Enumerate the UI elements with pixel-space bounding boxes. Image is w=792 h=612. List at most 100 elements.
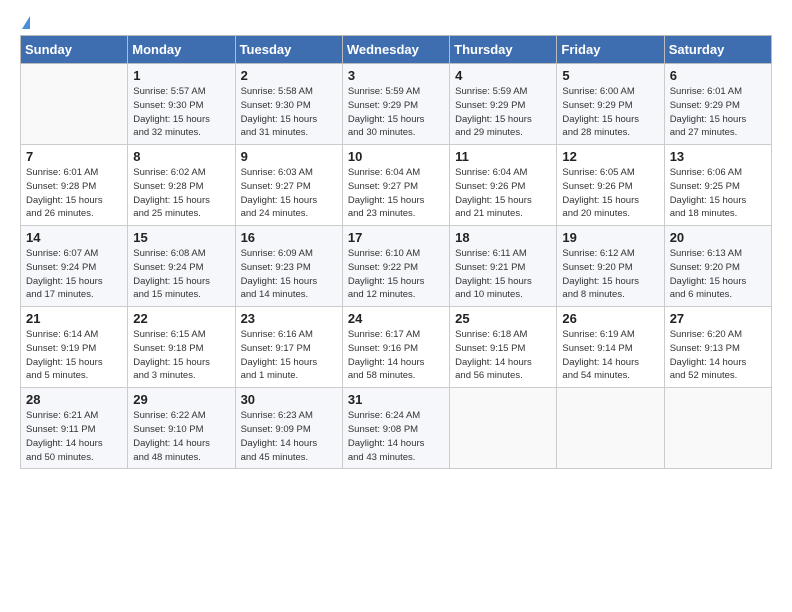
- day-info: Sunrise: 6:01 AM Sunset: 9:29 PM Dayligh…: [670, 85, 766, 140]
- calendar-cell: 27 Sunrise: 6:20 AM Sunset: 9:13 PM Dayli…: [664, 307, 771, 388]
- day-info: Sunrise: 6:17 AM Sunset: 9:16 PM Dayligh…: [348, 328, 444, 383]
- day-number: 26: [562, 311, 658, 326]
- day-info: Sunrise: 6:24 AM Sunset: 9:08 PM Dayligh…: [348, 409, 444, 464]
- day-number: 19: [562, 230, 658, 245]
- day-number: 23: [241, 311, 337, 326]
- day-number: 5: [562, 68, 658, 83]
- day-number: 22: [133, 311, 229, 326]
- day-number: 15: [133, 230, 229, 245]
- calendar-page: SundayMondayTuesdayWednesdayThursdayFrid…: [0, 0, 792, 612]
- day-info: Sunrise: 6:06 AM Sunset: 9:25 PM Dayligh…: [670, 166, 766, 221]
- day-number: 27: [670, 311, 766, 326]
- day-info: Sunrise: 6:15 AM Sunset: 9:18 PM Dayligh…: [133, 328, 229, 383]
- calendar-cell: 2 Sunrise: 5:58 AM Sunset: 9:30 PM Daylig…: [235, 64, 342, 145]
- day-number: 24: [348, 311, 444, 326]
- day-info: Sunrise: 6:23 AM Sunset: 9:09 PM Dayligh…: [241, 409, 337, 464]
- calendar-cell: 1Sunrise: 5:57 AM Sunset: 9:30 PM Daylig…: [128, 64, 235, 145]
- day-number: 12: [562, 149, 658, 164]
- calendar-week-row: 1Sunrise: 5:57 AM Sunset: 9:30 PM Daylig…: [21, 64, 772, 145]
- calendar-cell: 19 Sunrise: 6:12 AM Sunset: 9:20 PM Dayli…: [557, 226, 664, 307]
- calendar-cell: [557, 388, 664, 469]
- day-number: 10: [348, 149, 444, 164]
- calendar-week-row: 14 Sunrise: 6:07 AM Sunset: 9:24 PM Dayli…: [21, 226, 772, 307]
- day-info: Sunrise: 5:59 AM Sunset: 9:29 PM Dayligh…: [455, 85, 551, 140]
- day-number: 13: [670, 149, 766, 164]
- day-number: 3: [348, 68, 444, 83]
- calendar-cell: 4 Sunrise: 5:59 AM Sunset: 9:29 PM Daylig…: [450, 64, 557, 145]
- day-info: Sunrise: 6:20 AM Sunset: 9:13 PM Dayligh…: [670, 328, 766, 383]
- calendar-cell: 30 Sunrise: 6:23 AM Sunset: 9:09 PM Dayli…: [235, 388, 342, 469]
- day-info: Sunrise: 6:14 AM Sunset: 9:19 PM Dayligh…: [26, 328, 122, 383]
- calendar-cell: 13 Sunrise: 6:06 AM Sunset: 9:25 PM Dayli…: [664, 145, 771, 226]
- day-info: Sunrise: 6:02 AM Sunset: 9:28 PM Dayligh…: [133, 166, 229, 221]
- day-info: Sunrise: 6:01 AM Sunset: 9:28 PM Dayligh…: [26, 166, 122, 221]
- calendar-cell: 24 Sunrise: 6:17 AM Sunset: 9:16 PM Dayli…: [342, 307, 449, 388]
- calendar-cell: 22 Sunrise: 6:15 AM Sunset: 9:18 PM Dayli…: [128, 307, 235, 388]
- day-info: Sunrise: 5:59 AM Sunset: 9:29 PM Dayligh…: [348, 85, 444, 140]
- calendar-table: SundayMondayTuesdayWednesdayThursdayFrid…: [20, 35, 772, 469]
- calendar-week-row: 21 Sunrise: 6:14 AM Sunset: 9:19 PM Dayli…: [21, 307, 772, 388]
- day-number: 2: [241, 68, 337, 83]
- day-number: 6: [670, 68, 766, 83]
- logo: [20, 16, 30, 29]
- calendar-cell: 25Sunrise: 6:18 AM Sunset: 9:15 PM Dayli…: [450, 307, 557, 388]
- calendar-cell: 15 Sunrise: 6:08 AM Sunset: 9:24 PM Dayli…: [128, 226, 235, 307]
- day-info: Sunrise: 6:10 AM Sunset: 9:22 PM Dayligh…: [348, 247, 444, 302]
- weekday-header: Monday: [128, 36, 235, 64]
- day-info: Sunrise: 6:07 AM Sunset: 9:24 PM Dayligh…: [26, 247, 122, 302]
- day-info: Sunrise: 6:21 AM Sunset: 9:11 PM Dayligh…: [26, 409, 122, 464]
- calendar-cell: 26 Sunrise: 6:19 AM Sunset: 9:14 PM Dayli…: [557, 307, 664, 388]
- day-info: Sunrise: 6:16 AM Sunset: 9:17 PM Dayligh…: [241, 328, 337, 383]
- day-info: Sunrise: 5:58 AM Sunset: 9:30 PM Dayligh…: [241, 85, 337, 140]
- day-number: 29: [133, 392, 229, 407]
- weekday-header: Friday: [557, 36, 664, 64]
- calendar-cell: 16Sunrise: 6:09 AM Sunset: 9:23 PM Dayli…: [235, 226, 342, 307]
- day-number: 14: [26, 230, 122, 245]
- calendar-week-row: 7 Sunrise: 6:01 AM Sunset: 9:28 PM Daylig…: [21, 145, 772, 226]
- calendar-cell: 9Sunrise: 6:03 AM Sunset: 9:27 PM Daylig…: [235, 145, 342, 226]
- calendar-cell: 8 Sunrise: 6:02 AM Sunset: 9:28 PM Daylig…: [128, 145, 235, 226]
- calendar-cell: [664, 388, 771, 469]
- day-number: 17: [348, 230, 444, 245]
- day-number: 4: [455, 68, 551, 83]
- day-number: 8: [133, 149, 229, 164]
- calendar-cell: 10 Sunrise: 6:04 AM Sunset: 9:27 PM Dayli…: [342, 145, 449, 226]
- day-info: Sunrise: 6:08 AM Sunset: 9:24 PM Dayligh…: [133, 247, 229, 302]
- day-number: 1: [133, 68, 229, 83]
- weekday-header: Thursday: [450, 36, 557, 64]
- day-number: 7: [26, 149, 122, 164]
- calendar-cell: 18Sunrise: 6:11 AM Sunset: 9:21 PM Dayli…: [450, 226, 557, 307]
- calendar-cell: 6 Sunrise: 6:01 AM Sunset: 9:29 PM Daylig…: [664, 64, 771, 145]
- day-info: Sunrise: 6:19 AM Sunset: 9:14 PM Dayligh…: [562, 328, 658, 383]
- weekday-header: Sunday: [21, 36, 128, 64]
- day-number: 20: [670, 230, 766, 245]
- day-number: 25: [455, 311, 551, 326]
- day-info: Sunrise: 6:00 AM Sunset: 9:29 PM Dayligh…: [562, 85, 658, 140]
- day-info: Sunrise: 6:12 AM Sunset: 9:20 PM Dayligh…: [562, 247, 658, 302]
- day-info: Sunrise: 6:04 AM Sunset: 9:26 PM Dayligh…: [455, 166, 551, 221]
- day-info: Sunrise: 6:04 AM Sunset: 9:27 PM Dayligh…: [348, 166, 444, 221]
- calendar-cell: 17 Sunrise: 6:10 AM Sunset: 9:22 PM Dayli…: [342, 226, 449, 307]
- day-number: 11: [455, 149, 551, 164]
- calendar-cell: 20Sunrise: 6:13 AM Sunset: 9:20 PM Dayli…: [664, 226, 771, 307]
- day-number: 21: [26, 311, 122, 326]
- calendar-cell: 29 Sunrise: 6:22 AM Sunset: 9:10 PM Dayli…: [128, 388, 235, 469]
- calendar-cell: 23 Sunrise: 6:16 AM Sunset: 9:17 PM Dayli…: [235, 307, 342, 388]
- calendar-cell: 14 Sunrise: 6:07 AM Sunset: 9:24 PM Dayli…: [21, 226, 128, 307]
- calendar-cell: 21 Sunrise: 6:14 AM Sunset: 9:19 PM Dayli…: [21, 307, 128, 388]
- calendar-cell: 3 Sunrise: 5:59 AM Sunset: 9:29 PM Daylig…: [342, 64, 449, 145]
- day-info: Sunrise: 6:22 AM Sunset: 9:10 PM Dayligh…: [133, 409, 229, 464]
- header: [20, 16, 772, 29]
- logo-triangle-icon: [22, 16, 30, 29]
- day-number: 31: [348, 392, 444, 407]
- calendar-cell: 5 Sunrise: 6:00 AM Sunset: 9:29 PM Daylig…: [557, 64, 664, 145]
- day-info: Sunrise: 6:03 AM Sunset: 9:27 PM Dayligh…: [241, 166, 337, 221]
- calendar-week-row: 28Sunrise: 6:21 AM Sunset: 9:11 PM Dayli…: [21, 388, 772, 469]
- calendar-cell: 28Sunrise: 6:21 AM Sunset: 9:11 PM Dayli…: [21, 388, 128, 469]
- calendar-cell: [21, 64, 128, 145]
- calendar-cell: 11 Sunrise: 6:04 AM Sunset: 9:26 PM Dayli…: [450, 145, 557, 226]
- day-info: Sunrise: 6:11 AM Sunset: 9:21 PM Dayligh…: [455, 247, 551, 302]
- calendar-cell: 7 Sunrise: 6:01 AM Sunset: 9:28 PM Daylig…: [21, 145, 128, 226]
- day-number: 30: [241, 392, 337, 407]
- calendar-cell: [450, 388, 557, 469]
